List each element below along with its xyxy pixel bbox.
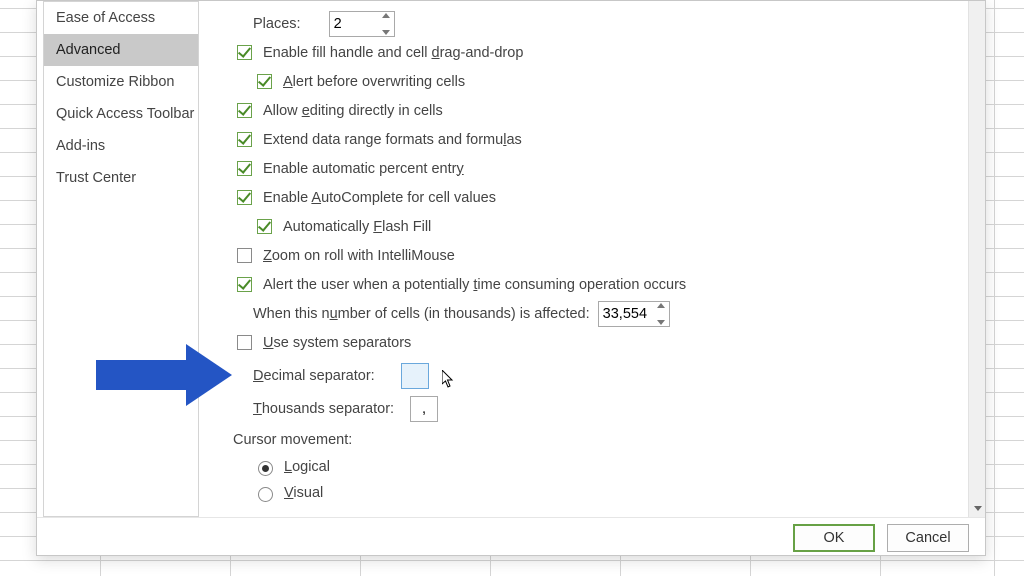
cursor-visual-label: Visual bbox=[284, 485, 323, 501]
cursor-movement-label-row: Cursor movement: bbox=[233, 425, 979, 454]
cells-affected-input[interactable] bbox=[598, 301, 670, 327]
options-dialog: Ease of Access Advanced Customize Ribbon… bbox=[36, 0, 986, 556]
scroll-down-button[interactable] bbox=[969, 500, 985, 517]
cells-affected-row: When this number of cells (in thousands)… bbox=[253, 299, 979, 328]
auto-percent-row: Enable automatic percent entry bbox=[233, 154, 979, 183]
extend-formats-checkbox[interactable] bbox=[237, 132, 252, 147]
extend-formats-row: Extend data range formats and formulas bbox=[233, 125, 979, 154]
system-separators-row: Use system separators bbox=[233, 328, 979, 357]
autocomplete-row: Enable AutoComplete for cell values bbox=[233, 183, 979, 212]
fill-handle-checkbox[interactable] bbox=[237, 45, 252, 60]
cursor-visual-row: Visual bbox=[253, 480, 979, 506]
thousands-separator-label: Thousands separator: bbox=[253, 401, 394, 417]
system-separators-checkbox[interactable] bbox=[237, 335, 252, 350]
sidebar-item-quick-access-toolbar[interactable]: Quick Access Toolbar bbox=[44, 98, 198, 130]
thousands-separator-row: Thousands separator: bbox=[253, 394, 979, 423]
cancel-button[interactable]: Cancel bbox=[887, 524, 969, 552]
cursor-logical-label: Logical bbox=[284, 459, 330, 475]
zoom-intellimouse-row: Zoom on roll with IntelliMouse bbox=[233, 241, 979, 270]
alert-time-row: Alert the user when a potentially time c… bbox=[233, 270, 979, 299]
places-row: Places: bbox=[253, 9, 979, 38]
vertical-scrollbar[interactable] bbox=[968, 1, 985, 517]
sidebar-item-trust-center[interactable]: Trust Center bbox=[44, 162, 198, 194]
alert-overwrite-row: Alert before overwriting cells bbox=[253, 67, 979, 96]
dialog-footer: OK Cancel bbox=[37, 517, 985, 557]
allow-edit-checkbox[interactable] bbox=[237, 103, 252, 118]
advanced-options-pane: Places: Enable fill handle and cell drag… bbox=[205, 1, 985, 517]
places-input[interactable] bbox=[329, 11, 395, 37]
fill-handle-label: Enable fill handle and cell drag-and-dro… bbox=[263, 45, 523, 61]
zoom-intellimouse-label: Zoom on roll with IntelliMouse bbox=[263, 248, 455, 264]
autocomplete-label: Enable AutoComplete for cell values bbox=[263, 190, 496, 206]
sidebar-item-add-ins[interactable]: Add-ins bbox=[44, 130, 198, 162]
alert-overwrite-label: Alert before overwriting cells bbox=[283, 74, 465, 90]
cursor-movement-label: Cursor movement: bbox=[233, 432, 352, 448]
allow-edit-label: Allow editing directly in cells bbox=[263, 103, 443, 119]
decimal-separator-label: Decimal separator: bbox=[253, 368, 375, 384]
cells-affected-spinner[interactable] bbox=[598, 301, 670, 327]
dialog-body: Ease of Access Advanced Customize Ribbon… bbox=[37, 1, 985, 517]
sidebar-item-advanced[interactable]: Advanced bbox=[44, 34, 198, 66]
places-spinner[interactable] bbox=[329, 11, 395, 37]
alert-time-checkbox[interactable] bbox=[237, 277, 252, 292]
zoom-intellimouse-checkbox[interactable] bbox=[237, 248, 252, 263]
decimal-separator-row: Decimal separator: bbox=[253, 361, 979, 390]
autocomplete-checkbox[interactable] bbox=[237, 190, 252, 205]
cells-affected-label: When this number of cells (in thousands)… bbox=[253, 306, 590, 322]
cursor-visual-radio[interactable] bbox=[258, 487, 273, 502]
chevron-down-icon bbox=[974, 506, 982, 511]
fill-handle-row: Enable fill handle and cell drag-and-dro… bbox=[233, 38, 979, 67]
extend-formats-label: Extend data range formats and formulas bbox=[263, 132, 522, 148]
auto-percent-checkbox[interactable] bbox=[237, 161, 252, 176]
flash-fill-label: Automatically Flash Fill bbox=[283, 219, 431, 235]
cursor-logical-row: Logical bbox=[253, 454, 979, 480]
decimal-separator-input[interactable] bbox=[401, 363, 429, 389]
thousands-separator-input[interactable] bbox=[410, 396, 438, 422]
alert-time-label: Alert the user when a potentially time c… bbox=[263, 277, 686, 293]
options-sidebar: Ease of Access Advanced Customize Ribbon… bbox=[43, 1, 199, 517]
alert-overwrite-checkbox[interactable] bbox=[257, 74, 272, 89]
places-label: Places: bbox=[253, 16, 301, 32]
flash-fill-checkbox[interactable] bbox=[257, 219, 272, 234]
sidebar-item-ease-of-access[interactable]: Ease of Access bbox=[44, 2, 198, 34]
sidebar-item-customize-ribbon[interactable]: Customize Ribbon bbox=[44, 66, 198, 98]
allow-edit-row: Allow editing directly in cells bbox=[233, 96, 979, 125]
auto-percent-label: Enable automatic percent entry bbox=[263, 161, 464, 177]
flash-fill-row: Automatically Flash Fill bbox=[253, 212, 979, 241]
system-separators-label: Use system separators bbox=[263, 335, 411, 351]
cursor-logical-radio[interactable] bbox=[258, 461, 273, 476]
ok-button[interactable]: OK bbox=[793, 524, 875, 552]
